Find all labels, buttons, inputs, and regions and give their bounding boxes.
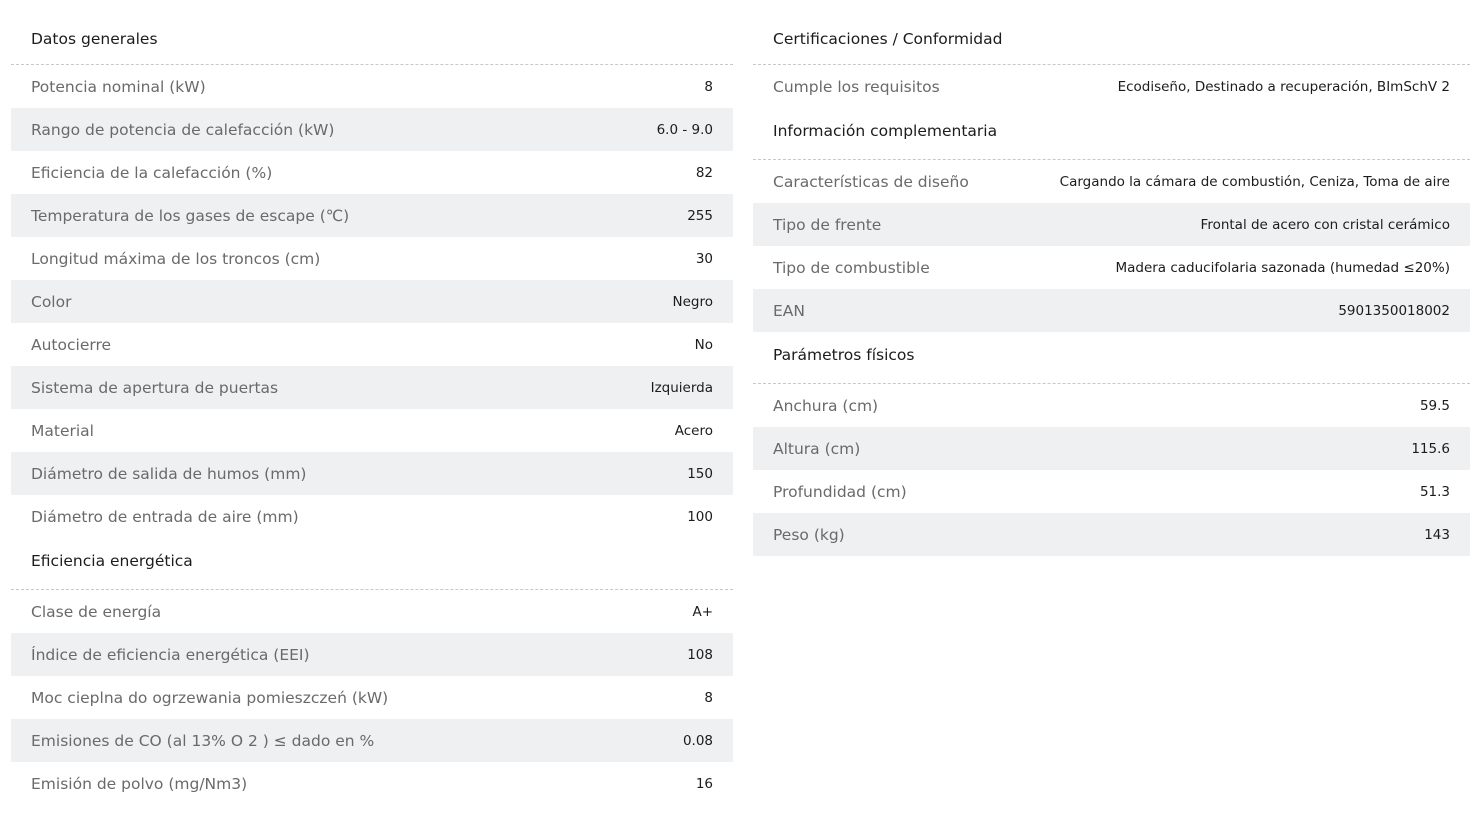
row-value: Ecodiseño, Destinado a recuperación, BIm… bbox=[1117, 78, 1450, 95]
row-label: Emisión de polvo (mg/Nm3) bbox=[31, 774, 248, 793]
table-row: Índice de eficiencia energética (EEI) 108 bbox=[11, 633, 733, 676]
table-row: Longitud máxima de los troncos (cm) 30 bbox=[11, 237, 733, 280]
section-title-certificaciones: Certificaciones / Conformidad bbox=[753, 16, 1470, 65]
row-value: 115.6 bbox=[1411, 440, 1450, 457]
section-title-datos-generales: Datos generales bbox=[11, 16, 733, 65]
row-label: Diámetro de entrada de aire (mm) bbox=[31, 507, 299, 526]
table-row: Diámetro de entrada de aire (mm) 100 bbox=[11, 495, 733, 538]
row-label: Eficiencia de la calefacción (%) bbox=[31, 163, 273, 182]
row-value: 59.5 bbox=[1419, 397, 1450, 414]
table-row: Potencia nominal (kW) 8 bbox=[11, 65, 733, 108]
row-label: Índice de eficiencia energética (EEI) bbox=[31, 645, 310, 664]
eficiencia-energetica-table: Clase de energía A+ Índice de eficiencia e… bbox=[11, 590, 733, 805]
row-value: 108 bbox=[687, 646, 713, 663]
section-title-informacion-complementaria: Información complementaria bbox=[753, 108, 1470, 160]
table-row: Clase de energía A+ bbox=[11, 590, 733, 633]
table-row: Peso (kg) 143 bbox=[753, 513, 1470, 556]
datos-generales-table: Potencia nominal (kW) 8 Rango de potencia … bbox=[11, 65, 733, 538]
row-label: Emisiones de CO (al 13% O 2 ) ≤ dado en … bbox=[31, 731, 375, 750]
table-row: Profundidad (cm) 51.3 bbox=[753, 470, 1470, 513]
row-value: A+ bbox=[692, 603, 713, 620]
row-value: 5901350018002 bbox=[1338, 302, 1450, 319]
table-row: Emisiones de CO (al 13% O 2 ) ≤ dado en … bbox=[11, 719, 733, 762]
row-value: 150 bbox=[687, 465, 713, 482]
row-value: 255 bbox=[687, 207, 713, 224]
row-label: Cumple los requisitos bbox=[773, 77, 940, 96]
row-label: Longitud máxima de los troncos (cm) bbox=[31, 249, 321, 268]
table-row: Tipo de combustible Madera caducifolaria … bbox=[753, 246, 1470, 289]
table-row: Material Acero bbox=[11, 409, 733, 452]
row-label: Características de diseño bbox=[773, 172, 969, 191]
row-value: 8 bbox=[704, 689, 713, 706]
row-label: Rango de potencia de calefacción (kW) bbox=[31, 120, 335, 139]
table-row: Moc cieplna do ogrzewania pomieszczeń (k… bbox=[11, 676, 733, 719]
row-value: Izquierda bbox=[650, 379, 713, 396]
row-label: EAN bbox=[773, 301, 805, 320]
table-row: Autocierre No bbox=[11, 323, 733, 366]
row-value: 100 bbox=[687, 508, 713, 525]
row-label: Tipo de combustible bbox=[773, 258, 930, 277]
row-label: Altura (cm) bbox=[773, 439, 861, 458]
row-value: 6.0 - 9.0 bbox=[656, 121, 713, 138]
table-row: Sistema de apertura de puertas Izquierda bbox=[11, 366, 733, 409]
certificaciones-table: Cumple los requisitos Ecodiseño, Destinad… bbox=[753, 65, 1470, 108]
row-label: Tipo de frente bbox=[773, 215, 882, 234]
row-value: Negro bbox=[672, 293, 714, 310]
row-value: 8 bbox=[704, 78, 713, 95]
table-row: Eficiencia de la calefacción (%) 82 bbox=[11, 151, 733, 194]
row-label: Profundidad (cm) bbox=[773, 482, 907, 501]
row-label: Potencia nominal (kW) bbox=[31, 77, 206, 96]
row-value: 30 bbox=[695, 250, 713, 267]
row-label: Color bbox=[31, 292, 72, 311]
section-title-eficiencia-energetica: Eficiencia energética bbox=[11, 538, 733, 590]
table-row: Diámetro de salida de humos (mm) 150 bbox=[11, 452, 733, 495]
row-value: Madera caducifolaria sazonada (humedad ≤… bbox=[1115, 259, 1450, 276]
row-label: Material bbox=[31, 421, 94, 440]
section-title-parametros-fisicos: Parámetros físicos bbox=[753, 332, 1470, 384]
row-value: 82 bbox=[695, 164, 713, 181]
row-label: Clase de energía bbox=[31, 602, 162, 621]
row-value: 16 bbox=[695, 775, 713, 792]
row-value: Cargando la cámara de combustión, Ceniza… bbox=[1059, 173, 1450, 190]
table-row: Anchura (cm) 59.5 bbox=[753, 384, 1470, 427]
table-row: Cumple los requisitos Ecodiseño, Destinad… bbox=[753, 65, 1470, 108]
row-label: Autocierre bbox=[31, 335, 112, 354]
row-label: Moc cieplna do ogrzewania pomieszczeń (k… bbox=[31, 688, 389, 707]
row-value: 51.3 bbox=[1419, 483, 1450, 500]
table-row: Emisión de polvo (mg/Nm3) 16 bbox=[11, 762, 733, 805]
row-label: Peso (kg) bbox=[773, 525, 845, 544]
row-value: Acero bbox=[674, 422, 713, 439]
table-row: Características de diseño Cargando la cám… bbox=[753, 160, 1470, 203]
right-column: Certificaciones / Conformidad Cumple los… bbox=[753, 16, 1470, 556]
row-value: No bbox=[694, 336, 713, 353]
row-value: 0.08 bbox=[682, 732, 713, 749]
row-value: Frontal de acero con cristal cerámico bbox=[1200, 216, 1450, 233]
row-value: 143 bbox=[1424, 526, 1450, 543]
table-row: Rango de potencia de calefacción (kW) 6.0… bbox=[11, 108, 733, 151]
table-row: Altura (cm) 115.6 bbox=[753, 427, 1470, 470]
left-column: Datos generales Potencia nominal (kW) 8 Ra… bbox=[11, 16, 733, 805]
row-label: Sistema de apertura de puertas bbox=[31, 378, 279, 397]
row-label: Diámetro de salida de humos (mm) bbox=[31, 464, 307, 483]
table-row: Tipo de frente Frontal de acero con crist… bbox=[753, 203, 1470, 246]
table-row: EAN 5901350018002 bbox=[753, 289, 1470, 332]
table-row: Temperatura de los gases de escape (℃) 25… bbox=[11, 194, 733, 237]
table-row: Color Negro bbox=[11, 280, 733, 323]
informacion-complementaria-table: Características de diseño Cargando la cám… bbox=[753, 160, 1470, 332]
row-label: Anchura (cm) bbox=[773, 396, 879, 415]
parametros-fisicos-table: Anchura (cm) 59.5 Altura (cm) 115.6 Profundi… bbox=[753, 384, 1470, 556]
row-label: Temperatura de los gases de escape (℃) bbox=[31, 206, 350, 225]
